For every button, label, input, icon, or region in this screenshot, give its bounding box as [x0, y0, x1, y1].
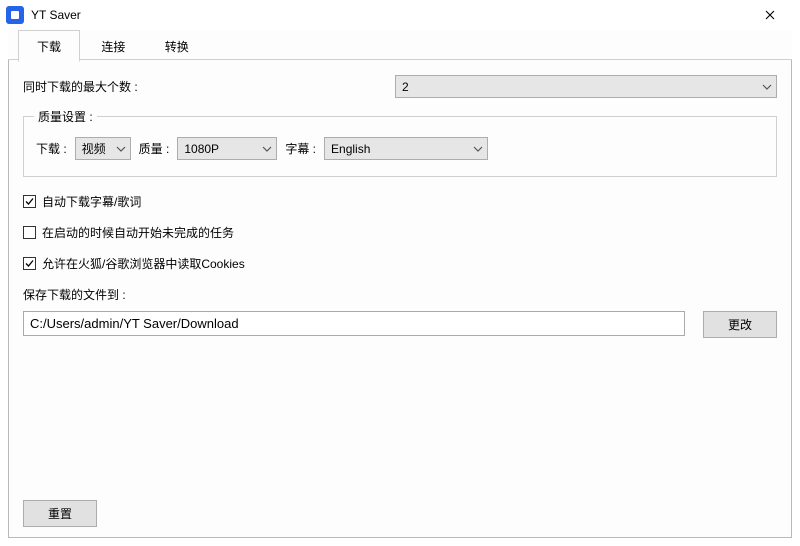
change-path-button[interactable]: 更改	[703, 311, 777, 338]
auto-subtitle-label: 自动下载字幕/歌词	[42, 193, 141, 210]
checkbox-group: 自动下载字幕/歌词 在启动的时候自动开始未完成的任务 允许在火狐/谷歌浏览器中读…	[23, 193, 777, 272]
download-type-value: 视频	[82, 140, 106, 157]
quality-legend: 质量设置 :	[34, 108, 97, 125]
checkbox-icon	[23, 195, 36, 208]
auto-subtitle-checkbox[interactable]: 自动下载字幕/歌词	[23, 193, 777, 210]
tab-strip: 下载 连接 转换	[8, 30, 792, 60]
quality-label: 质量 :	[139, 140, 170, 157]
quality-value: 1080P	[184, 142, 219, 156]
allow-cookies-label: 允许在火狐/谷歌浏览器中读取Cookies	[42, 255, 245, 272]
max-downloads-label: 同时下载的最大个数 :	[23, 78, 395, 95]
allow-cookies-checkbox[interactable]: 允许在火狐/谷歌浏览器中读取Cookies	[23, 255, 777, 272]
settings-panel: 下载 连接 转换 同时下载的最大个数 : 2 质量设置 : 下载 : 视频 质量…	[8, 30, 792, 538]
tab-connect[interactable]: 连接	[83, 31, 143, 61]
max-downloads-value: 2	[402, 80, 409, 94]
subtitle-label: 字幕 :	[285, 140, 316, 157]
window-title: YT Saver	[31, 8, 81, 22]
chevron-down-icon	[116, 144, 126, 154]
app-icon	[6, 6, 24, 24]
quality-row: 下载 : 视频 质量 : 1080P 字幕 : English	[36, 137, 764, 160]
download-type-select[interactable]: 视频	[75, 137, 131, 160]
quality-fieldset: 质量设置 : 下载 : 视频 质量 : 1080P 字幕 : English	[23, 116, 777, 177]
title-bar: YT Saver	[0, 0, 800, 30]
save-path-row: 更改	[23, 311, 777, 338]
max-downloads-row: 同时下载的最大个数 : 2	[23, 75, 777, 98]
footer: 重置	[23, 500, 97, 527]
chevron-down-icon	[762, 82, 772, 92]
save-path-label: 保存下载的文件到 :	[23, 286, 777, 303]
chevron-down-icon	[262, 144, 272, 154]
auto-resume-label: 在启动的时候自动开始未完成的任务	[42, 224, 234, 241]
quality-select[interactable]: 1080P	[177, 137, 277, 160]
download-tab-content: 同时下载的最大个数 : 2 质量设置 : 下载 : 视频 质量 : 1080P	[23, 71, 777, 489]
checkbox-icon	[23, 226, 36, 239]
auto-resume-checkbox[interactable]: 在启动的时候自动开始未完成的任务	[23, 224, 777, 241]
tab-convert[interactable]: 转换	[147, 31, 207, 61]
close-button[interactable]	[748, 0, 792, 30]
subtitle-value: English	[331, 142, 370, 156]
save-path-input[interactable]	[23, 311, 685, 336]
tab-download[interactable]: 下载	[18, 30, 80, 62]
reset-button[interactable]: 重置	[23, 500, 97, 527]
checkbox-icon	[23, 257, 36, 270]
max-downloads-select[interactable]: 2	[395, 75, 777, 98]
subtitle-select[interactable]: English	[324, 137, 488, 160]
close-icon	[765, 10, 775, 20]
download-type-label: 下载 :	[36, 140, 67, 157]
chevron-down-icon	[473, 144, 483, 154]
